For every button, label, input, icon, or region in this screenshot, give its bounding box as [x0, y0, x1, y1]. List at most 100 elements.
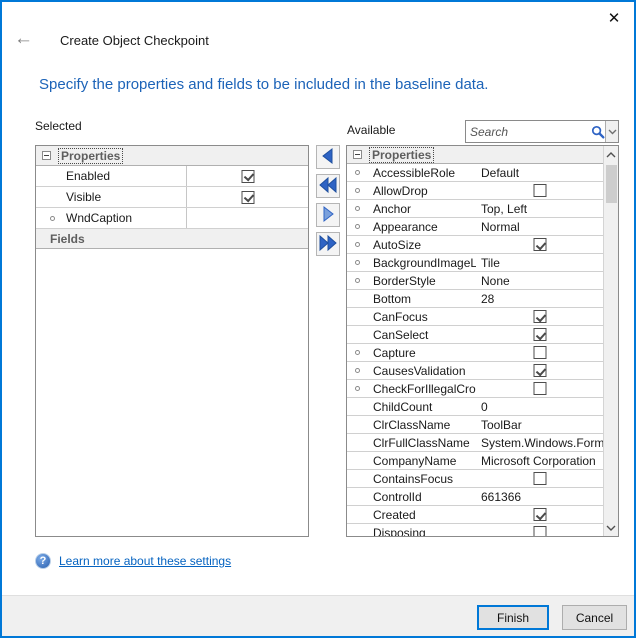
property-row[interactable]: WndCaption — [36, 208, 308, 229]
property-value-cell — [476, 506, 603, 523]
property-value: 661366 — [481, 490, 521, 504]
property-row[interactable]: ClrFullClassName System.Windows.Form — [347, 434, 603, 452]
property-value-cell — [476, 308, 603, 325]
property-group-header[interactable]: Properties — [347, 146, 603, 164]
property-row[interactable]: CausesValidation — [347, 362, 603, 380]
checkbox[interactable] — [533, 328, 546, 341]
vertical-scrollbar[interactable] — [603, 146, 618, 536]
create-object-checkpoint-dialog: ✕ ← Create Object Checkpoint Specify the… — [0, 0, 636, 638]
checkbox[interactable] — [533, 238, 546, 251]
property-value-cell: Top, Left — [476, 200, 603, 217]
property-row[interactable]: ClrClassName ToolBar — [347, 416, 603, 434]
property-value-cell: Default — [476, 164, 603, 181]
property-value-cell: Microsoft Corporation — [476, 452, 603, 469]
double-arrow-right-icon — [318, 234, 338, 255]
property-name: Capture — [373, 346, 416, 360]
property-row[interactable]: Disposing — [347, 524, 603, 537]
property-name-cell: ClrFullClassName — [347, 434, 476, 451]
property-group-header[interactable]: Properties — [36, 146, 308, 166]
property-row[interactable]: BackgroundImageLayoutTile — [347, 254, 603, 272]
property-row[interactable]: ChildCount0 — [347, 398, 603, 416]
move-all-to-available-button[interactable] — [316, 232, 340, 256]
property-row[interactable]: Appearance Normal — [347, 218, 603, 236]
property-value-cell — [476, 362, 603, 379]
bullet-icon — [355, 206, 360, 211]
bullet-icon — [355, 242, 360, 247]
property-name: ContainsFocus — [373, 472, 453, 486]
property-name: Disposing — [373, 526, 426, 538]
selected-panel-label: Selected — [35, 119, 82, 133]
property-row[interactable]: CanSelect — [347, 326, 603, 344]
checkbox[interactable] — [241, 191, 254, 204]
property-name: Appearance — [373, 220, 438, 234]
learn-more-link[interactable]: Learn more about these settings — [59, 554, 231, 568]
property-row[interactable]: Visible — [36, 187, 308, 208]
property-row[interactable]: Capture — [347, 344, 603, 362]
property-name: Enabled — [66, 169, 110, 183]
checkbox[interactable] — [533, 526, 546, 537]
property-value-cell: Normal — [476, 218, 603, 235]
checkbox[interactable] — [241, 170, 254, 183]
property-row[interactable]: AutoSize — [347, 236, 603, 254]
property-row[interactable]: CanFocus — [347, 308, 603, 326]
checkbox[interactable] — [533, 508, 546, 521]
search-dropdown-button[interactable] — [605, 121, 618, 142]
property-name: CheckForIllegalCrossThreadCalls — [373, 382, 476, 396]
property-row[interactable]: ControlId 661366 — [347, 488, 603, 506]
scroll-up-icon[interactable] — [604, 146, 619, 163]
checkbox[interactable] — [533, 310, 546, 323]
property-value-cell: None — [476, 272, 603, 289]
property-value: System.Windows.Form — [481, 436, 603, 450]
bullet-icon — [355, 188, 360, 193]
property-name-cell: CausesValidation — [347, 362, 476, 379]
collapse-minus-icon[interactable] — [353, 150, 362, 159]
bullet-icon — [355, 170, 360, 175]
cancel-button[interactable]: Cancel — [562, 605, 627, 630]
close-icon[interactable]: ✕ — [602, 6, 626, 30]
move-to-available-button[interactable] — [316, 203, 340, 227]
move-all-to-selected-button[interactable] — [316, 174, 340, 198]
collapse-minus-icon[interactable] — [42, 151, 51, 160]
bullet-icon — [355, 386, 360, 391]
bullet-icon — [50, 216, 55, 221]
scrollbar-thumb[interactable] — [606, 165, 617, 203]
checkbox[interactable] — [533, 472, 546, 485]
property-row[interactable]: AnchorTop, Left — [347, 200, 603, 218]
property-row[interactable]: AccessibleRoleDefault — [347, 164, 603, 182]
property-name: BackgroundImageLayout — [373, 256, 476, 270]
selected-properties-grid: Properties Enabled VisibleWndCaption Fields — [35, 145, 309, 537]
property-name: AutoSize — [373, 238, 421, 252]
checkbox[interactable] — [533, 346, 546, 359]
property-row[interactable]: AllowDrop — [347, 182, 603, 200]
finish-button[interactable]: Finish — [477, 605, 549, 630]
property-name: ClrClassName — [373, 418, 450, 432]
property-row[interactable]: Enabled — [36, 166, 308, 187]
property-row[interactable]: CheckForIllegalCrossThreadCalls — [347, 380, 603, 398]
property-value-cell: ToolBar — [476, 416, 603, 433]
property-name-cell: BackgroundImageLayout — [347, 254, 476, 271]
search-box — [465, 120, 619, 143]
property-name-cell: ControlId — [347, 488, 476, 505]
property-name-cell: ContainsFocus — [347, 470, 476, 487]
property-row[interactable]: CompanyNameMicrosoft Corporation — [347, 452, 603, 470]
available-properties-grid: PropertiesAccessibleRoleDefaultAllowDrop… — [346, 145, 619, 537]
property-row[interactable]: Created — [347, 506, 603, 524]
checkbox[interactable] — [533, 382, 546, 395]
scroll-down-icon[interactable] — [604, 519, 619, 536]
property-name-cell: CanFocus — [347, 308, 476, 325]
checkbox[interactable] — [533, 184, 546, 197]
property-name-cell: Disposing — [347, 524, 476, 537]
property-name-cell: Appearance — [347, 218, 476, 235]
property-row[interactable]: ContainsFocus — [347, 470, 603, 488]
property-row[interactable]: BorderStyleNone — [347, 272, 603, 290]
group-label: Fields — [50, 232, 85, 246]
group-label: Properties — [59, 149, 122, 163]
move-to-selected-button[interactable] — [316, 145, 340, 169]
property-name-cell: Anchor — [347, 200, 476, 217]
back-arrow-icon[interactable]: ← — [14, 28, 33, 50]
checkbox[interactable] — [533, 364, 546, 377]
property-row[interactable]: Bottom28 — [347, 290, 603, 308]
search-input[interactable] — [466, 121, 590, 142]
property-value-cell — [476, 380, 603, 397]
property-name-cell: AutoSize — [347, 236, 476, 253]
